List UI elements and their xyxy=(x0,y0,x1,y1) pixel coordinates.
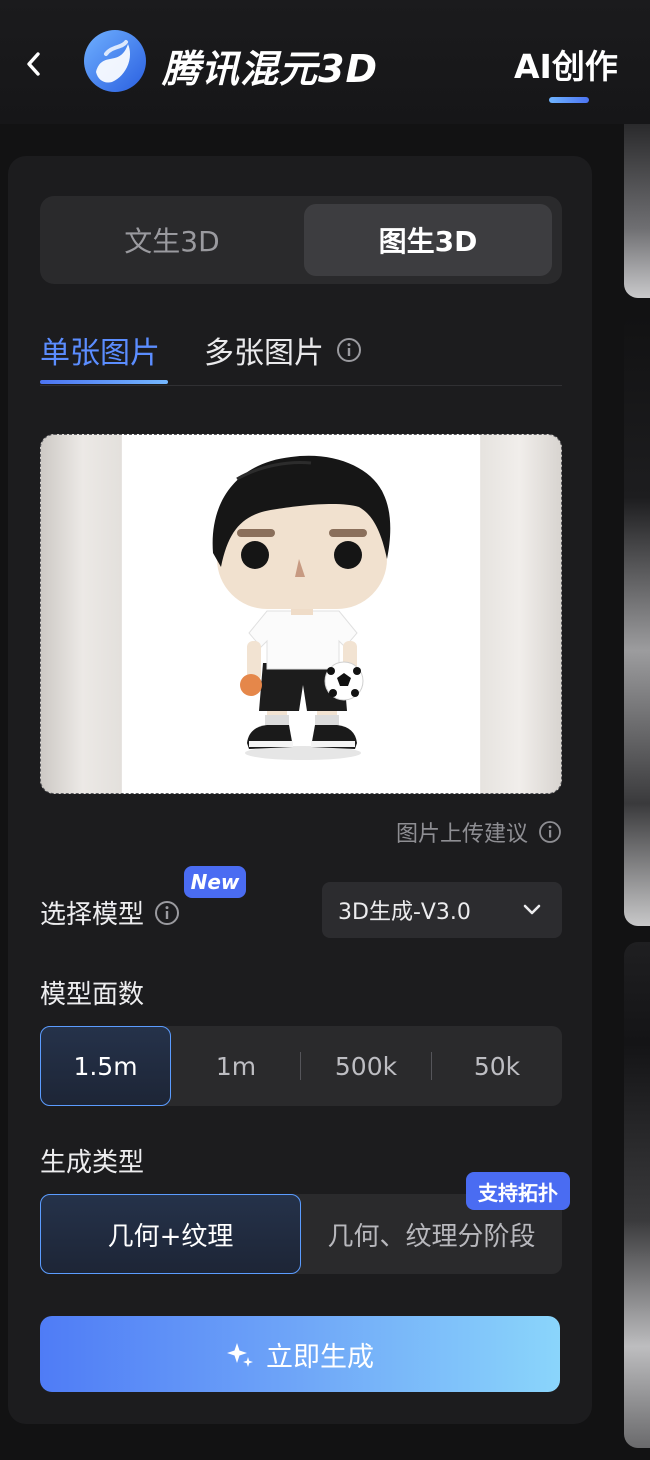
gen-option-geometry-texture[interactable]: 几何+纹理 xyxy=(40,1194,301,1274)
app-header: 腾讯混元3D AI创作 xyxy=(0,0,650,124)
model-select-label: 选择模型 xyxy=(40,894,180,931)
info-icon[interactable] xyxy=(336,337,362,363)
uploaded-image-preview xyxy=(212,455,391,760)
upload-tip-link[interactable]: 图片上传建议 xyxy=(396,816,562,848)
topology-badge: 支持拓扑 xyxy=(466,1172,570,1210)
brand-title: 腾讯混元3D xyxy=(162,47,378,91)
tab-multi-image[interactable]: 多张图片 xyxy=(204,328,362,372)
tab-single-image[interactable]: 单张图片 xyxy=(40,328,160,372)
generate-button-label: 立即生成 xyxy=(266,1341,374,1373)
tab-text-to-3d[interactable]: 文生3D xyxy=(48,204,296,276)
info-icon[interactable] xyxy=(154,900,180,926)
info-icon xyxy=(539,821,561,843)
generate-button[interactable]: 立即生成 xyxy=(40,1316,560,1392)
face-option-1m[interactable]: 1m xyxy=(171,1026,301,1106)
face-count-selector: 1.5m 1m 500k 50k xyxy=(40,1026,562,1106)
image-count-tabs: 单张图片 多张图片 xyxy=(40,324,562,386)
create-panel: 文生3D 图生3D 单张图片 多张图片 图片上传建议 选择模型 New 3D生成… xyxy=(8,156,592,1424)
tab-multi-image-label: 多张图片 xyxy=(204,336,324,371)
model-select-dropdown[interactable]: 3D生成-V3.0 xyxy=(322,882,562,938)
model-select-label-text: 选择模型 xyxy=(40,900,145,930)
gallery-card-peek[interactable] xyxy=(624,124,650,298)
sparkle-icon xyxy=(227,1343,253,1367)
gen-type-label: 生成类型 xyxy=(40,1148,145,1178)
tab-active-indicator xyxy=(40,380,168,384)
image-upload-area[interactable] xyxy=(40,434,562,794)
chevron-left-icon xyxy=(27,52,40,76)
back-button[interactable] xyxy=(18,46,50,82)
nav-active-indicator xyxy=(549,97,589,103)
tab-image-to-3d[interactable]: 图生3D xyxy=(304,204,552,276)
upload-tip-label: 图片上传建议 xyxy=(395,822,528,847)
gallery-card-peek[interactable] xyxy=(624,314,650,926)
face-count-label: 模型面数 xyxy=(40,980,145,1010)
hunyuan-logo-icon xyxy=(84,30,146,92)
gallery-card-peek[interactable] xyxy=(624,942,650,1448)
new-badge: New xyxy=(184,866,246,898)
chevron-down-icon xyxy=(523,904,541,915)
nav-ai-create[interactable]: AI创作 xyxy=(514,40,618,88)
face-option-50k[interactable]: 50k xyxy=(432,1026,562,1106)
face-option-1-5m[interactable]: 1.5m xyxy=(40,1026,171,1106)
mode-switch: 文生3D 图生3D xyxy=(40,196,562,284)
face-option-500k[interactable]: 500k xyxy=(301,1026,431,1106)
model-select-value: 3D生成-V3.0 xyxy=(338,900,471,925)
